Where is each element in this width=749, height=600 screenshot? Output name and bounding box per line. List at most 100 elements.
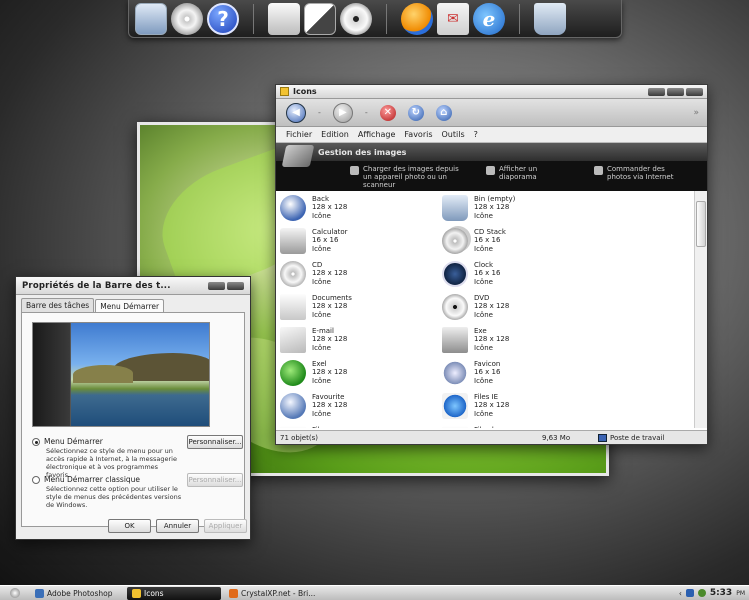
- menu-outils[interactable]: Outils: [442, 130, 465, 139]
- clock[interactable]: 5:33: [710, 588, 732, 598]
- ok-button[interactable]: OK: [108, 519, 151, 533]
- option-classic-menu-description: Sélectionnez cette option pour utiliser …: [46, 485, 182, 509]
- network-icon[interactable]: [685, 589, 694, 597]
- customize-classic-menu-button[interactable]: Personnaliser...: [187, 473, 243, 487]
- option-start-menu[interactable]: Menu Démarrer: [32, 437, 103, 446]
- item-name: Calculator: [312, 228, 348, 236]
- radio-start-menu[interactable]: [32, 438, 40, 446]
- item-size: 128 x 128: [474, 335, 510, 344]
- list-item[interactable]: Exel 128 x 128 Icône: [280, 360, 442, 390]
- order-photos-icon: [594, 166, 603, 175]
- list-item[interactable]: DVD 128 x 128 Icône: [442, 294, 604, 324]
- vertical-scrollbar[interactable]: [694, 191, 707, 428]
- task-order-photos[interactable]: Commander des photos via Internet: [594, 165, 690, 189]
- media-player-icon[interactable]: [401, 2, 433, 35]
- favourite-icon: [280, 393, 306, 419]
- dialog-titlebar[interactable]: Propriétés de la Barre des t...: [16, 277, 250, 295]
- menu-bar: Fichier Edition Affichage Favoris Outils…: [276, 127, 707, 143]
- exe-icon: [442, 327, 468, 353]
- item-type: Icône: [312, 211, 331, 220]
- task-slideshow[interactable]: Afficher un diaporama: [486, 165, 576, 189]
- list-item[interactable]: Documents 128 x 128 Icône: [280, 294, 442, 324]
- preview-hill: [73, 365, 133, 383]
- photo-icon[interactable]: [304, 2, 336, 35]
- list-item[interactable]: Files-bmp128 x 128Icône: [442, 426, 604, 428]
- mail-icon[interactable]: ✉: [437, 2, 469, 35]
- list-item[interactable]: Favourite 128 x 128 Icône: [280, 393, 442, 423]
- menu-favoris[interactable]: Favoris: [404, 130, 432, 139]
- menu-help[interactable]: ?: [474, 130, 478, 139]
- refresh-button[interactable]: ↻: [407, 104, 424, 121]
- item-type: Icône: [474, 310, 493, 319]
- monitor-icon[interactable]: [135, 2, 167, 35]
- toolbar-overflow-button[interactable]: »: [693, 108, 698, 118]
- item-size: 128 x 128: [312, 203, 348, 212]
- maximize-button[interactable]: [667, 87, 684, 96]
- item-text: Calculator 16 x 16 Icône: [312, 228, 348, 253]
- taskbar-button-label: Adobe Photoshop: [47, 588, 113, 598]
- list-item[interactable]: Clock 16 x 16 Icône: [442, 261, 604, 291]
- location-zone: Poste de travail: [598, 433, 664, 442]
- clock-suffix: PM: [736, 589, 745, 597]
- list-item[interactable]: Files128 x 128Icône: [280, 426, 442, 428]
- forward-button[interactable]: ▶: [332, 102, 353, 123]
- customize-start-menu-button[interactable]: Personnaliser...: [187, 435, 243, 449]
- minimize-button[interactable]: [648, 87, 665, 96]
- list-item[interactable]: Bin (empty) 128 x 128 Icône: [442, 195, 604, 225]
- option-classic-menu[interactable]: Menu Démarrer classique: [32, 475, 140, 484]
- list-item[interactable]: E-mail 128 x 128 Icône: [280, 327, 442, 357]
- task-panel-header[interactable]: Gestion des images: [276, 143, 707, 167]
- close-button[interactable]: [227, 281, 244, 290]
- list-item[interactable]: Exe 128 x 128 Icône: [442, 327, 604, 357]
- radio-classic-menu[interactable]: [32, 476, 40, 484]
- help-button[interactable]: [208, 281, 225, 290]
- tab-barre-des-taches[interactable]: Barre des tâches: [21, 298, 95, 312]
- list-item[interactable]: CD 128 x 128 Icône: [280, 261, 442, 291]
- item-name: Exe: [474, 327, 487, 335]
- apply-button[interactable]: Appliquer: [204, 519, 247, 533]
- cd-icon[interactable]: [171, 2, 203, 35]
- stop-button[interactable]: ✕: [379, 104, 396, 121]
- object-count: 71 objet(s): [280, 433, 318, 442]
- nav-separator: -: [364, 108, 368, 117]
- dvd-icon[interactable]: [340, 2, 372, 35]
- taskbar-button[interactable]: Icons: [127, 586, 221, 600]
- menu-fichier[interactable]: Fichier: [286, 130, 312, 139]
- taskbar-button[interactable]: CrystalXP.net - Bri...: [224, 587, 318, 600]
- list-item[interactable]: Favicon 16 x 16 Icône: [442, 360, 604, 390]
- tab-menu-demarrer[interactable]: Menu Démarrer: [95, 299, 165, 313]
- menu-affichage[interactable]: Affichage: [358, 130, 396, 139]
- item-size: 128 x 128: [474, 302, 510, 311]
- firefox-icon: [229, 588, 238, 598]
- start-button[interactable]: [0, 586, 30, 600]
- close-button[interactable]: [686, 87, 703, 96]
- volume-icon[interactable]: [697, 589, 706, 597]
- item-text: Bin (empty) 128 x 128 Icône: [474, 195, 515, 220]
- item-name: Back: [312, 195, 329, 203]
- item-text: Documents 128 x 128 Icône: [312, 294, 352, 319]
- icons-window-titlebar[interactable]: Icons: [276, 85, 707, 99]
- excel-icon: [280, 360, 306, 386]
- back-button[interactable]: ◀: [286, 102, 306, 123]
- option-start-menu-label: Menu Démarrer: [44, 437, 103, 446]
- list-item[interactable]: Back 128 x 128 Icône: [280, 195, 442, 225]
- taskbar-button[interactable]: Adobe Photoshop: [30, 587, 124, 600]
- recycle-bin-icon[interactable]: [534, 2, 566, 35]
- home-button[interactable]: ⌂: [435, 104, 452, 121]
- dock-separator: [253, 3, 254, 34]
- list-item[interactable]: Calculator 16 x 16 Icône: [280, 228, 442, 258]
- total-size: 9,63 Mo: [542, 433, 571, 442]
- task-import-images[interactable]: Charger des images depuis un appareil ph…: [350, 165, 468, 189]
- internet-explorer-icon[interactable]: e: [473, 2, 505, 35]
- item-type: Icône: [474, 211, 493, 220]
- item-text: CD 128 x 128 Icône: [312, 261, 347, 286]
- printer-icon[interactable]: [268, 2, 300, 35]
- list-item[interactable]: Files IE 128 x 128 Icône: [442, 393, 604, 423]
- tray-expand-icon[interactable]: ‹: [679, 589, 682, 598]
- menu-edition[interactable]: Edition: [321, 130, 349, 139]
- list-item[interactable]: CD Stack 16 x 16 Icône: [442, 228, 604, 258]
- dialog-tabs: Barre des tâches Menu Démarrer: [16, 295, 250, 313]
- cancel-button[interactable]: Annuler: [156, 519, 199, 533]
- scrollbar-thumb[interactable]: [696, 201, 706, 247]
- help-icon[interactable]: ?: [207, 2, 239, 35]
